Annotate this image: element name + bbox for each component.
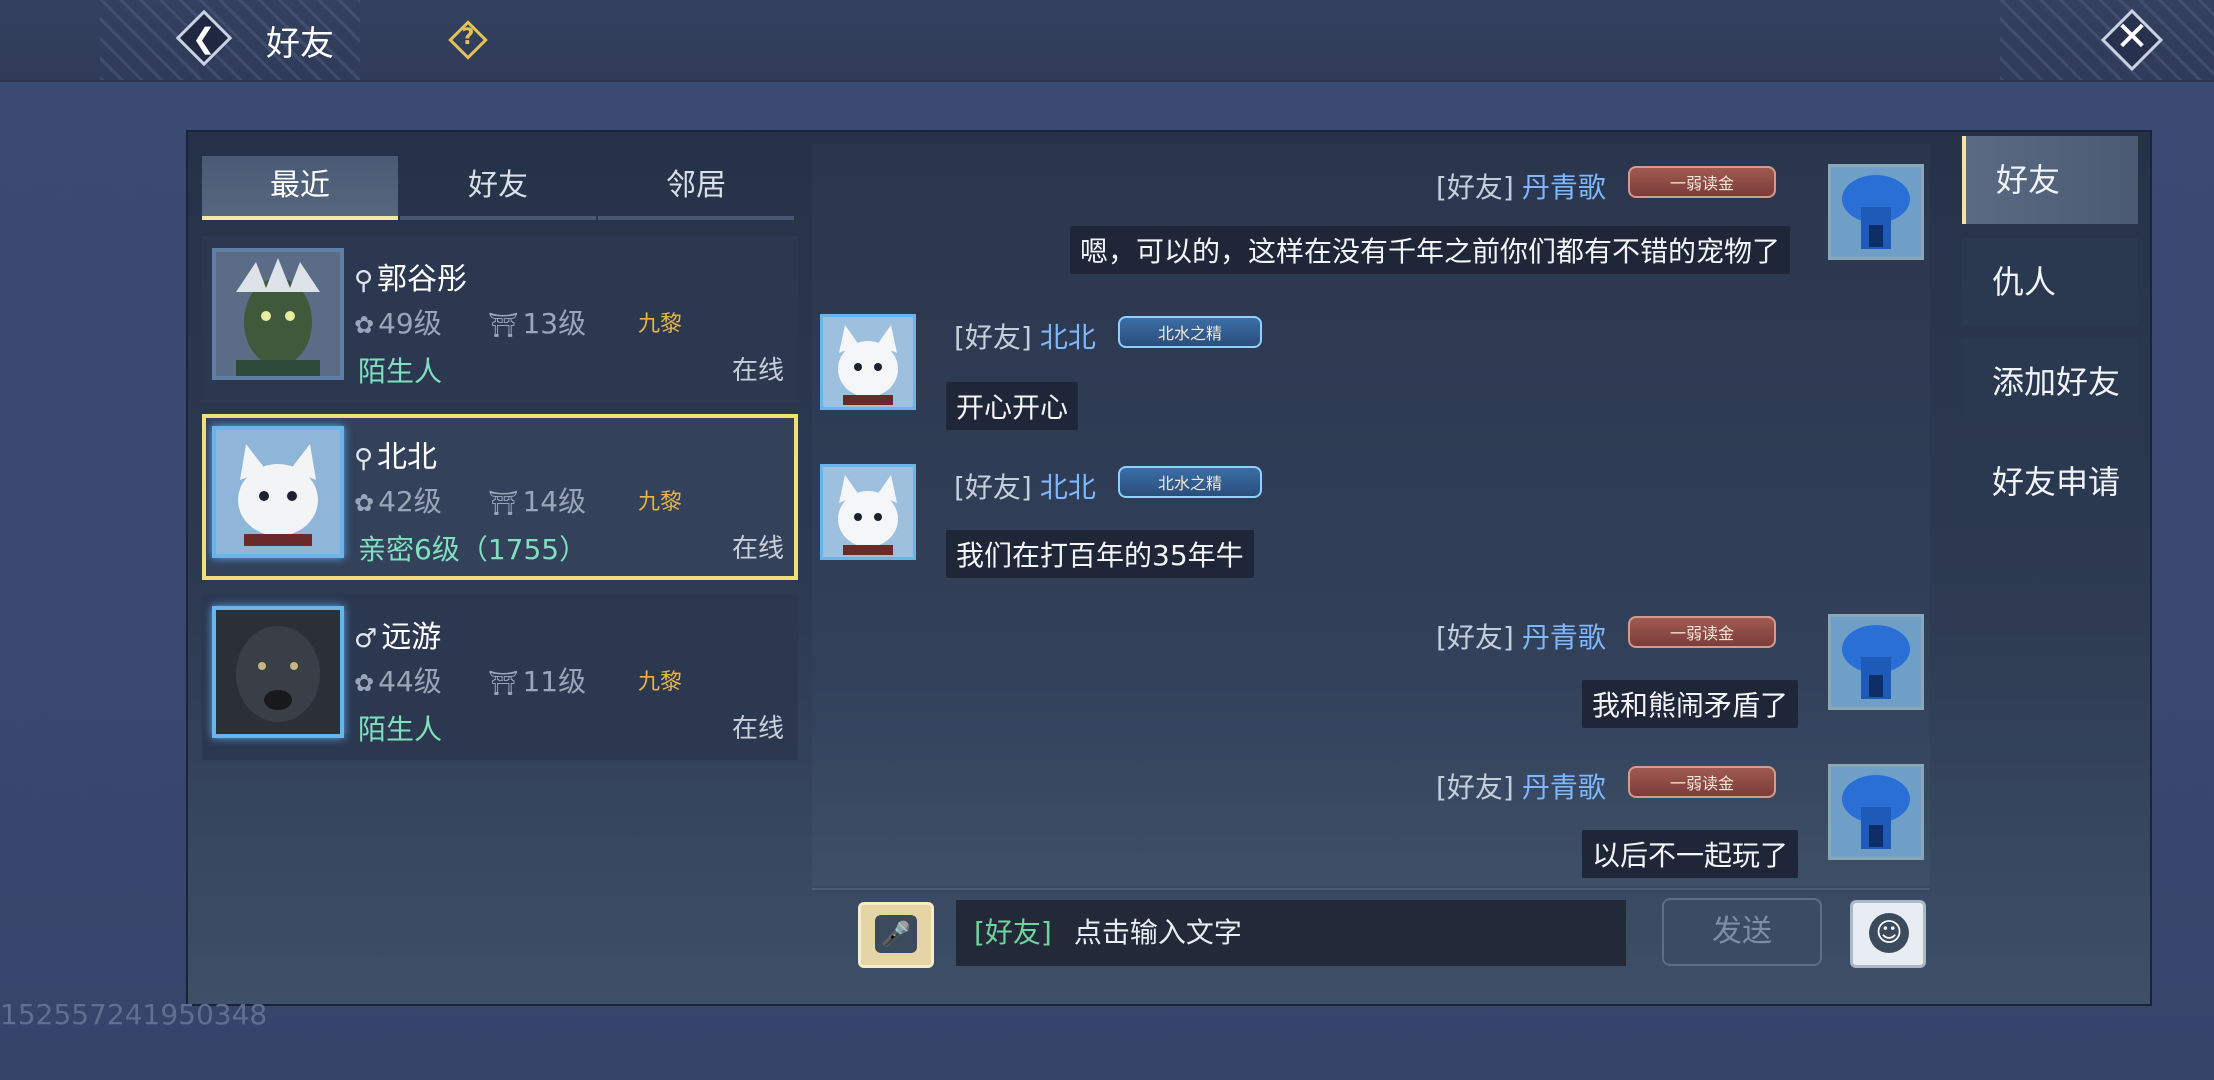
title-badge: 一弱读金 (1628, 616, 1776, 648)
friend-name: 远游 (381, 620, 442, 655)
online-status: 在线 (731, 714, 784, 744)
back-button[interactable]: ❮ (175, 9, 236, 70)
left-tabs: 最近 好友 邻居 (200, 156, 800, 222)
microphone-icon: 🎤 (875, 915, 917, 953)
tab-neighbors[interactable]: 邻居 (598, 156, 794, 220)
message-header: [好友] 丹青歌 (1436, 616, 1606, 656)
avatar[interactable] (1828, 164, 1924, 260)
channel-label: [好友] (954, 471, 1032, 504)
avatar[interactable] (1828, 614, 1924, 710)
relation-text: 亲密6级（1755） (358, 533, 588, 566)
close-button[interactable]: ✕ (2100, 8, 2164, 72)
relation-text: 陌生人 (358, 713, 443, 746)
message-bubble: 以后不一起玩了 (1582, 830, 1799, 878)
pet-level: 49级 (378, 307, 442, 340)
title-badge: 北水之精 (1118, 316, 1262, 348)
friend-name: 郭谷彤 (377, 262, 468, 297)
house-tag: 九黎 (638, 490, 683, 515)
avatar (212, 606, 344, 738)
avatar (212, 426, 344, 558)
gender-icon: ⚲ (354, 266, 374, 296)
house-tag: 九黎 (638, 312, 683, 337)
house-level: 13级 (522, 307, 587, 340)
channel-label: [好友] (1436, 621, 1514, 654)
friend-list-item-selected[interactable]: ⚲ 北北 ✿ 42级 ⛩ 14级 九黎 亲密6级（1755） 在线 (202, 414, 798, 580)
house-level: 14级 (522, 485, 587, 518)
title-badge: 一弱读金 (1628, 166, 1776, 198)
pet-level-icon: ✿ (354, 669, 375, 697)
online-status: 在线 (731, 356, 784, 386)
tab-add-friend[interactable]: 添加好友 (1962, 338, 2138, 426)
house-level-icon: ⛩ (488, 489, 519, 517)
avatar[interactable] (820, 314, 916, 410)
tab-enemies[interactable]: 仇人 (1962, 238, 2138, 326)
avatar (212, 248, 344, 380)
sender-name[interactable]: 丹青歌 (1522, 171, 1606, 204)
channel-label: [好友] (1436, 171, 1514, 204)
title-badge: 一弱读金 (1628, 766, 1776, 798)
friend-name: 北北 (377, 440, 438, 475)
message-bubble: 开心开心 (946, 382, 1079, 430)
emoji-button[interactable]: ☺ (1850, 900, 1926, 968)
avatar[interactable] (820, 464, 916, 560)
tab-recent[interactable]: 最近 (202, 156, 398, 220)
male-icon: ♂ (354, 624, 378, 654)
house-level-icon: ⛩ (488, 669, 519, 697)
house-tag: 九黎 (638, 670, 683, 695)
pet-level-icon: ✿ (354, 489, 375, 517)
house-level: 11级 (522, 665, 587, 698)
online-status: 在线 (731, 534, 784, 564)
channel-label: [好友] (1436, 771, 1514, 804)
page-title: 好友 (266, 24, 334, 64)
message-bubble: 嗯，可以的，这样在没有千年之前你们都有不错的宠物了 (1070, 226, 1791, 274)
tab-friends[interactable]: 好友 (400, 156, 596, 220)
avatar[interactable] (1828, 764, 1924, 860)
emoji-icon: ☺ (1869, 913, 1909, 953)
message-header: [好友] 北北 (954, 316, 1096, 356)
sender-name[interactable]: 丹青歌 (1522, 771, 1606, 804)
friend-list-item[interactable]: ♂ 远游 ✿ 44级 ⛩ 11级 九黎 陌生人 在线 (202, 594, 798, 760)
message-header: [好友] 丹青歌 (1436, 766, 1606, 806)
sender-name[interactable]: 丹青歌 (1522, 621, 1606, 654)
voice-button[interactable]: 🎤 (858, 902, 934, 968)
relation-text: 陌生人 (358, 355, 443, 388)
title-badge: 北水之精 (1118, 466, 1262, 498)
message-bubble: 我和熊闹矛盾了 (1582, 680, 1799, 728)
channel-label: [好友] (954, 321, 1032, 354)
message-header: [好友] 北北 (954, 466, 1096, 506)
tab-friend-requests[interactable]: 好友申请 (1962, 438, 2138, 526)
house-level-icon: ⛩ (488, 311, 519, 339)
friend-list-item[interactable]: ⚲ 郭谷彤 ✿ 49级 ⛩ 13级 九黎 陌生人 在线 (202, 236, 798, 402)
message-bubble: 我们在打百年的35年牛 (946, 530, 1254, 578)
gender-icon: ⚲ (354, 444, 374, 474)
user-id: 152557241950348 (0, 998, 268, 1031)
tab-friends-right[interactable]: 好友 (1962, 136, 2138, 224)
input-placeholder: 点击输入文字 (1073, 916, 1242, 949)
sender-name[interactable]: 北北 (1040, 471, 1096, 504)
channel-label: [好友] (974, 916, 1052, 949)
pet-level: 44级 (378, 665, 442, 698)
send-button[interactable]: 发送 (1662, 898, 1822, 966)
help-icon[interactable]: ? (448, 20, 488, 60)
chat-input[interactable]: [好友] 点击输入文字 (956, 900, 1626, 966)
pet-level-icon: ✿ (354, 311, 375, 339)
divider (812, 888, 1930, 890)
pet-level: 42级 (378, 485, 442, 518)
sender-name[interactable]: 北北 (1040, 321, 1096, 354)
message-header: [好友] 丹青歌 (1436, 166, 1606, 206)
